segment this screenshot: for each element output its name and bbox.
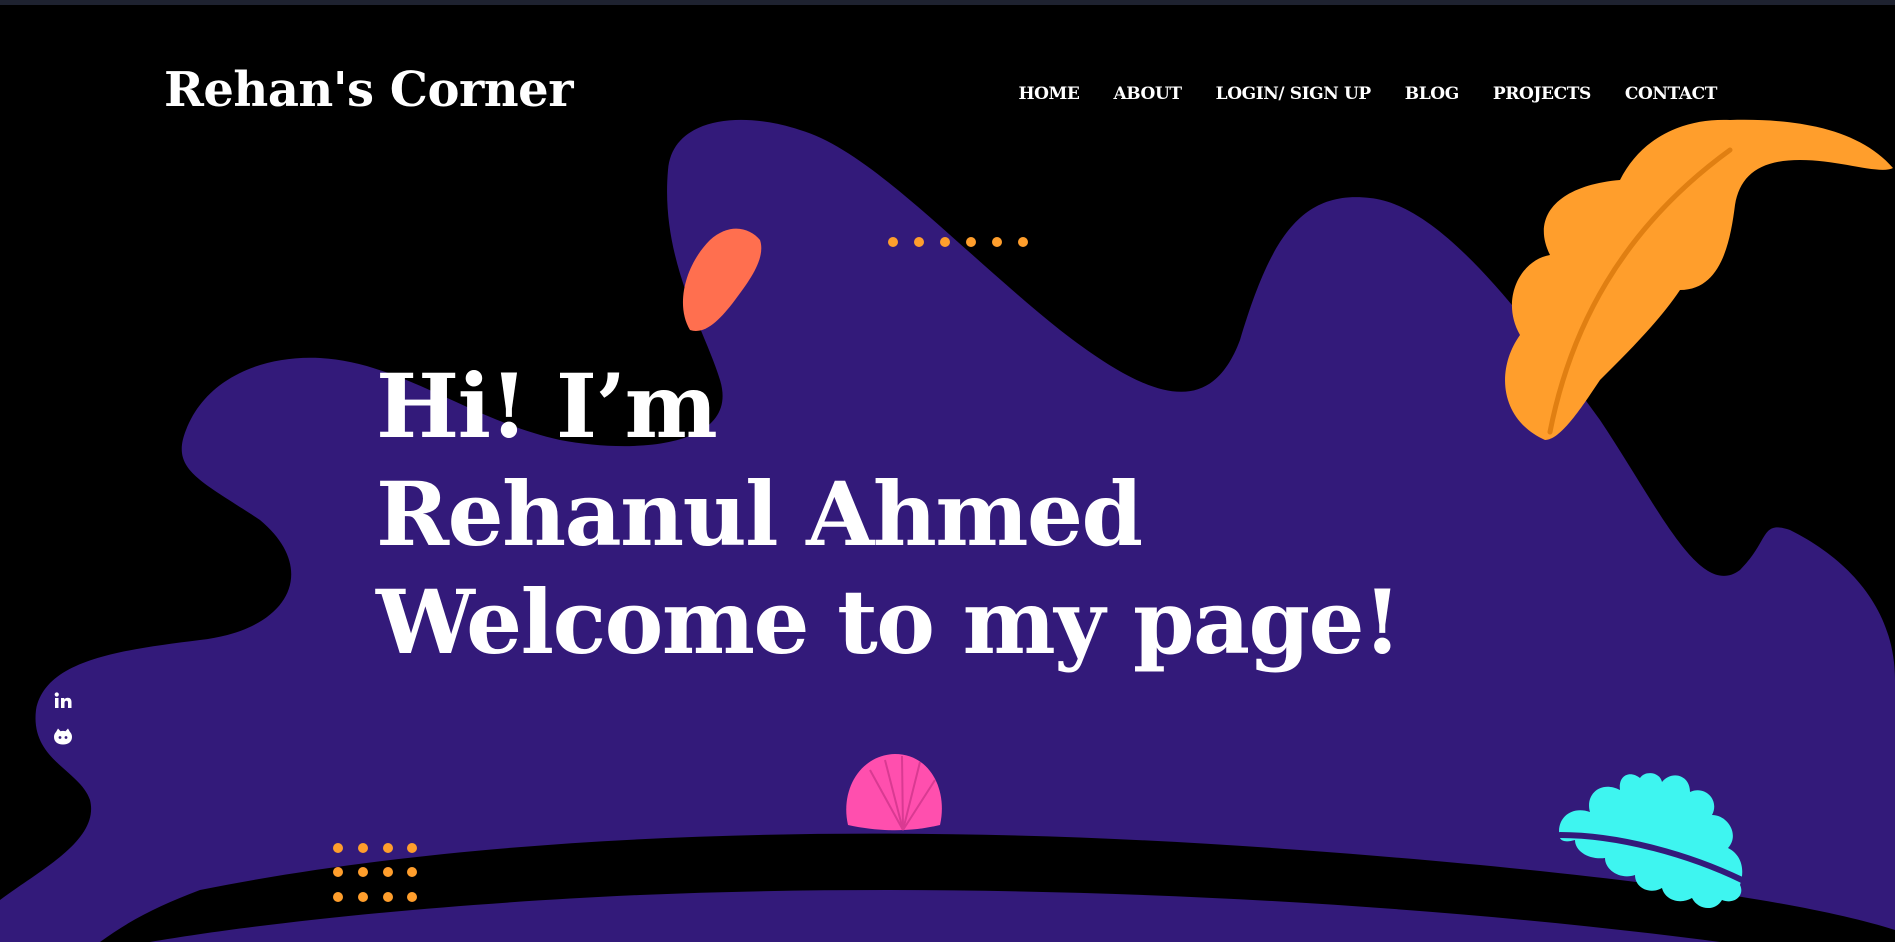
- hero-greeting: Hi! I’m: [376, 354, 718, 458]
- site-logo[interactable]: Rehan's Corner: [164, 62, 574, 118]
- linkedin-icon[interactable]: [52, 690, 74, 712]
- social-links: [52, 690, 74, 748]
- nav-about-link[interactable]: ABOUT: [1113, 84, 1182, 104]
- nav-blog-link[interactable]: BLOG: [1405, 84, 1459, 104]
- hero-name: Rehanul Ahmed: [376, 462, 1143, 566]
- github-icon[interactable]: [52, 726, 74, 748]
- main-nav: HOME ABOUT LOGIN/ SIGN UP BLOG PROJECTS …: [1018, 84, 1717, 104]
- nav-contact-link[interactable]: CONTACT: [1625, 84, 1718, 104]
- orange-leaf-decoration: [1505, 119, 1893, 440]
- nav-home-link[interactable]: HOME: [1018, 84, 1079, 104]
- hero-welcome: Welcome to my page!: [376, 570, 1402, 674]
- nav-login-signup-link[interactable]: LOGIN/ SIGN UP: [1216, 84, 1372, 104]
- hero-heading: Hi! I’m Rehanul Ahmed Welcome to my page…: [376, 352, 1402, 676]
- nav-projects-link[interactable]: PROJECTS: [1493, 84, 1591, 104]
